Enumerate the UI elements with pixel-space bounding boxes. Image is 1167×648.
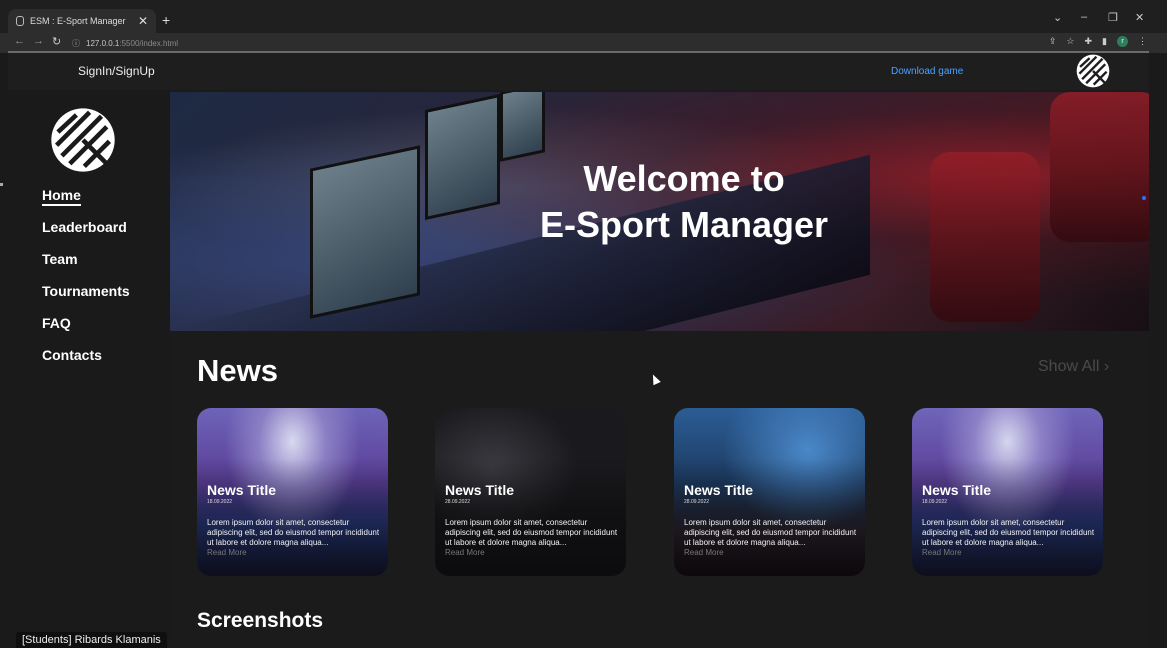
user-tooltip: [Students] Ribards Klamanis: [16, 632, 167, 648]
browser-menu-icon[interactable]: ⋮: [1138, 36, 1147, 47]
maximize-button[interactable]: ❐: [1108, 11, 1118, 24]
info-icon: ⓘ: [72, 39, 80, 48]
news-card-title: News Title: [684, 482, 753, 498]
scroll-indicator[interactable]: [1142, 196, 1146, 200]
side-marker: [0, 183, 3, 186]
news-card-text: Lorem ipsum dolor sit amet, consectetur …: [922, 518, 1095, 547]
browser-tab-bar: ESM : E-Sport Manager ✕ + ⌄ – ❐ ✕: [0, 0, 1167, 33]
close-window-button[interactable]: ✕: [1135, 11, 1144, 24]
sidebar-item-tournaments[interactable]: Tournaments: [42, 282, 130, 314]
screenshots-heading: Screenshots: [197, 609, 324, 632]
news-card[interactable]: News Title 28.09.2022 Lorem ipsum dolor …: [435, 408, 626, 576]
tab-close-icon[interactable]: ✕: [138, 14, 148, 28]
tab-search-icon[interactable]: ⌄: [1053, 11, 1062, 24]
profile-avatar[interactable]: r: [1117, 36, 1128, 47]
signin-link[interactable]: SignIn/SignUp: [78, 64, 155, 78]
side-panel-icon[interactable]: ▮: [1102, 36, 1107, 47]
url-host: 127.0.0.1: [86, 39, 120, 48]
news-card[interactable]: News Title 18.09.2022 Lorem ipsum dolor …: [197, 408, 388, 576]
news-card-text: Lorem ipsum dolor sit amet, consectetur …: [684, 518, 857, 547]
new-tab-button[interactable]: +: [162, 12, 170, 28]
sidebar-item-faq[interactable]: FAQ: [42, 314, 130, 346]
sidebar-item-contacts[interactable]: Contacts: [42, 346, 130, 378]
news-card-text: Lorem ipsum dolor sit amet, consectetur …: [445, 518, 618, 547]
sidebar-menu: Home Leaderboard Team Tournaments FAQ Co…: [42, 186, 130, 378]
favicon-icon: [16, 16, 24, 26]
hero-title: Welcome to E-Sport Manager: [539, 158, 829, 245]
news-card-title: News Title: [922, 482, 991, 498]
hero-monitor-image: [500, 92, 545, 162]
news-card-date: 18.09.2022: [207, 499, 233, 505]
reload-icon[interactable]: ↻: [52, 35, 61, 48]
hero-banner: Welcome to E-Sport Manager: [170, 92, 1149, 331]
news-card-title: News Title: [207, 482, 276, 498]
top-nav: SignIn/SignUp Download game: [8, 53, 1149, 90]
url-path: :5500/index.html: [119, 39, 179, 48]
read-more-link[interactable]: Read More: [207, 548, 247, 557]
address-bar: ← → ↻ ⓘ 127.0.0.1:5500/index.html ⇪ ☆ ✚ …: [0, 33, 1167, 53]
news-card-text: Lorem ipsum dolor sit amet, consectetur …: [207, 518, 380, 547]
sidebar-item-leaderboard[interactable]: Leaderboard: [42, 218, 130, 250]
show-all-link[interactable]: Show All ›: [1038, 358, 1109, 376]
sidebar-item-home[interactable]: Home: [42, 186, 130, 218]
read-more-link[interactable]: Read More: [445, 548, 485, 557]
news-card-date: 28.09.2022: [684, 499, 710, 505]
news-heading: News: [197, 353, 278, 388]
bookmark-star-icon[interactable]: ☆: [1066, 36, 1074, 47]
sidebar-item-team[interactable]: Team: [42, 250, 130, 282]
news-card[interactable]: News Title 28.09.2022 Lorem ipsum dolor …: [674, 408, 865, 576]
esm-logo-icon[interactable]: [1076, 54, 1110, 88]
extensions-icon[interactable]: ✚: [1085, 36, 1093, 47]
url-field[interactable]: ⓘ 127.0.0.1:5500/index.html: [72, 36, 1052, 51]
news-card-date: 28.09.2022: [445, 499, 471, 505]
news-card[interactable]: News Title 18.09.2022 Lorem ipsum dolor …: [912, 408, 1103, 576]
browser-tab[interactable]: ESM : E-Sport Manager ✕: [8, 9, 156, 33]
minimize-button[interactable]: –: [1081, 11, 1087, 23]
news-card-title: News Title: [445, 482, 514, 498]
chevron-right-icon: ›: [1103, 358, 1110, 375]
tab-title: ESM : E-Sport Manager: [30, 16, 126, 26]
back-arrow-icon[interactable]: ←: [14, 35, 25, 47]
share-icon[interactable]: ⇪: [1049, 36, 1057, 47]
forward-arrow-icon[interactable]: →: [33, 35, 44, 47]
esm-logo-icon[interactable]: [50, 107, 116, 173]
read-more-link[interactable]: Read More: [922, 548, 962, 557]
read-more-link[interactable]: Read More: [684, 548, 724, 557]
download-game-link[interactable]: Download game: [891, 66, 963, 77]
sidebar: Home Leaderboard Team Tournaments FAQ Co…: [8, 90, 170, 647]
web-page: SignIn/SignUp Download game Home Leaderb…: [8, 53, 1149, 647]
news-card-date: 18.09.2022: [922, 499, 948, 505]
